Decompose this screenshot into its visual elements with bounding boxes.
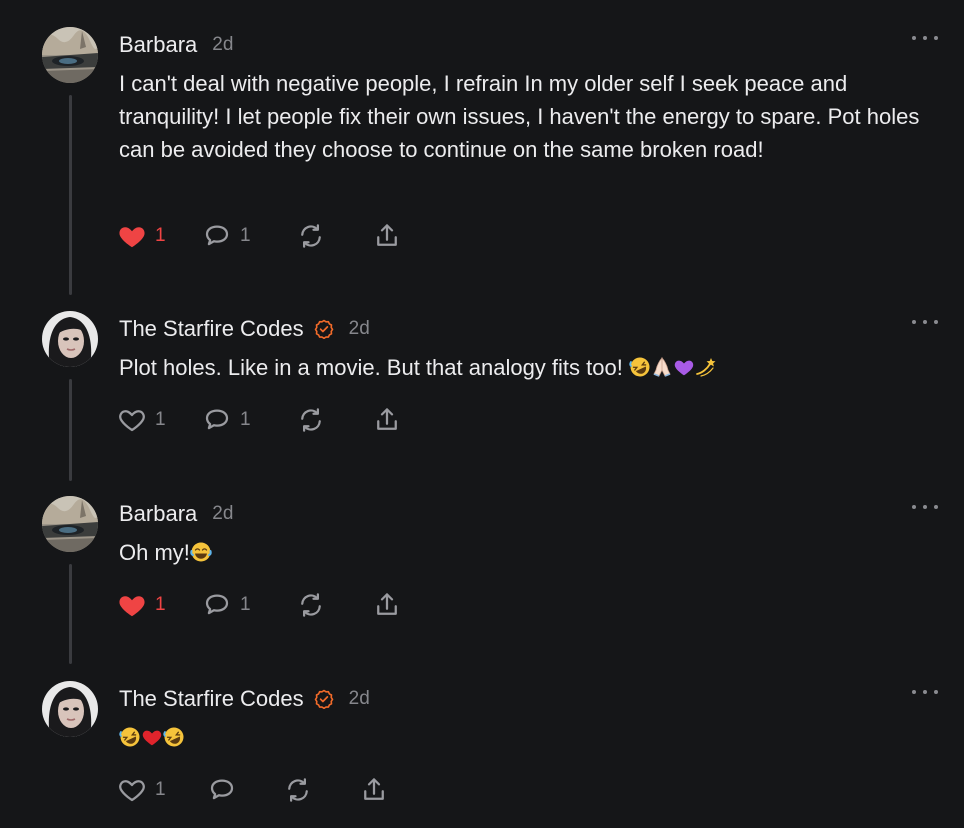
reply-button[interactable]: 1 bbox=[202, 590, 296, 620]
comment-bubble-icon bbox=[202, 405, 232, 435]
comment-text-content: Plot holes. Like in a movie. But that an… bbox=[119, 355, 623, 380]
restack-icon bbox=[296, 590, 326, 620]
share-button[interactable] bbox=[359, 775, 389, 805]
share-button[interactable] bbox=[372, 405, 402, 435]
like-button[interactable]: 1 bbox=[117, 221, 202, 251]
comment-bubble-icon bbox=[202, 590, 232, 620]
red-heart-emoji bbox=[141, 724, 163, 757]
avatar[interactable] bbox=[42, 496, 98, 552]
share-icon bbox=[359, 775, 389, 805]
verified-badge-icon bbox=[314, 319, 334, 340]
share-icon bbox=[372, 405, 402, 435]
heart-icon bbox=[117, 775, 147, 805]
like-button[interactable]: 1 bbox=[117, 590, 202, 620]
comment-text: I can't deal with negative people, I ref… bbox=[119, 71, 920, 162]
reply-count: 1 bbox=[240, 409, 251, 430]
like-button[interactable]: 1 bbox=[117, 775, 207, 805]
rolling-laughing-emoji bbox=[163, 724, 185, 757]
purple-heart-emoji bbox=[673, 354, 695, 387]
author-name[interactable]: The Starfire Codes bbox=[119, 686, 304, 712]
restack-icon bbox=[296, 221, 326, 251]
more-options-icon[interactable] bbox=[912, 314, 938, 330]
reply-button[interactable]: 1 bbox=[202, 405, 296, 435]
folded-hands-emoji bbox=[651, 354, 673, 387]
restack-button[interactable] bbox=[296, 221, 372, 251]
reply-count: 1 bbox=[240, 594, 251, 615]
verified-badge-icon bbox=[314, 689, 334, 710]
comment-header: The Starfire Codes 2d bbox=[119, 315, 370, 343]
heart-icon bbox=[117, 405, 147, 435]
more-options-icon[interactable] bbox=[912, 499, 938, 515]
comment-text-content: Oh my! bbox=[119, 540, 190, 565]
share-button[interactable] bbox=[372, 221, 402, 251]
share-icon bbox=[372, 590, 402, 620]
comment-text: Plot holes. Like in a movie. But that an… bbox=[119, 351, 934, 387]
rolling-laughing-emoji bbox=[119, 724, 141, 757]
comment-header: The Starfire Codes 2d bbox=[119, 685, 370, 713]
like-count: 1 bbox=[155, 409, 166, 430]
comment-actions: 1 1 bbox=[117, 221, 402, 251]
restack-button[interactable] bbox=[283, 775, 359, 805]
like-count: 1 bbox=[155, 594, 166, 615]
avatar[interactable] bbox=[42, 681, 98, 737]
more-options-icon[interactable] bbox=[912, 684, 938, 700]
timestamp: 2d bbox=[212, 34, 234, 55]
like-button[interactable]: 1 bbox=[117, 405, 202, 435]
timestamp: 2d bbox=[348, 318, 370, 339]
comment-actions: 1 1 bbox=[117, 405, 402, 435]
author-name[interactable]: Barbara bbox=[119, 32, 197, 58]
timestamp: 2d bbox=[348, 688, 370, 709]
thread-line bbox=[69, 379, 72, 481]
comment-text bbox=[119, 721, 934, 757]
reply-count: 1 bbox=[240, 225, 251, 246]
comment-header: Barbara 2d bbox=[119, 500, 233, 528]
restack-button[interactable] bbox=[296, 590, 372, 620]
author-name[interactable]: The Starfire Codes bbox=[119, 316, 304, 342]
author-name[interactable]: Barbara bbox=[119, 501, 197, 527]
share-icon bbox=[372, 221, 402, 251]
like-count: 1 bbox=[155, 225, 166, 246]
avatar[interactable] bbox=[42, 27, 98, 83]
reply-button[interactable] bbox=[207, 775, 283, 805]
like-count: 1 bbox=[155, 779, 166, 800]
thread-line bbox=[69, 564, 72, 664]
avatar[interactable] bbox=[42, 311, 98, 367]
comment-bubble-icon bbox=[207, 775, 237, 805]
heart-icon bbox=[117, 221, 147, 251]
tears-of-joy-emoji bbox=[190, 539, 212, 572]
reply-button[interactable]: 1 bbox=[202, 221, 296, 251]
dizzy-emoji bbox=[695, 354, 717, 387]
comment-actions: 1 bbox=[117, 775, 389, 805]
restack-icon bbox=[283, 775, 313, 805]
comment-bubble-icon bbox=[202, 221, 232, 251]
comment-header: Barbara 2d bbox=[119, 31, 233, 59]
heart-icon bbox=[117, 590, 147, 620]
timestamp: 2d bbox=[212, 503, 234, 524]
restack-button[interactable] bbox=[296, 405, 372, 435]
more-options-icon[interactable] bbox=[912, 30, 938, 46]
restack-icon bbox=[296, 405, 326, 435]
share-button[interactable] bbox=[372, 590, 402, 620]
thread-line bbox=[69, 95, 72, 295]
rolling-laughing-emoji bbox=[629, 354, 651, 387]
comment-text: Oh my! bbox=[119, 536, 934, 572]
comment-actions: 1 1 bbox=[117, 590, 402, 620]
